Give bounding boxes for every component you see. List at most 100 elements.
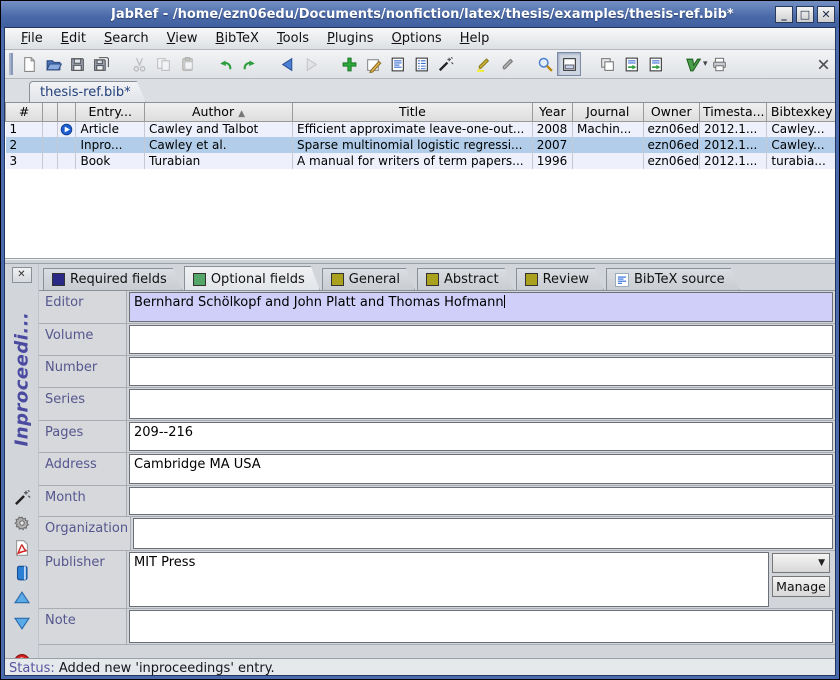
paste-icon	[175, 52, 199, 76]
field-row-pages: Pages209--216	[39, 421, 835, 453]
copy-icon	[151, 52, 175, 76]
field-label-editor: Editor	[39, 291, 127, 323]
entry-editor-sidebar: ✕ Inproceedi... ?	[5, 264, 39, 658]
push-to-app-icon[interactable]	[619, 52, 643, 76]
tab-optional-fields[interactable]: Optional fields	[184, 266, 320, 290]
open-database-icon[interactable]	[41, 52, 65, 76]
field-input-volume[interactable]	[129, 325, 833, 354]
search-icon[interactable]	[533, 52, 557, 76]
field-label-volume: Volume	[39, 324, 127, 355]
settings-gear-icon[interactable]	[13, 514, 31, 532]
column-header-title[interactable]: Title	[293, 103, 533, 121]
field-input-month[interactable]	[129, 487, 833, 515]
menu-view[interactable]: View	[159, 29, 206, 48]
forward-icon	[299, 52, 323, 76]
save-all-icon[interactable]	[89, 52, 113, 76]
close-entry-editor-button[interactable]: ✕	[12, 267, 32, 283]
print-icon[interactable]	[708, 52, 732, 76]
optional-fields-form: EditorBernhard Schölkopf and John Platt …	[39, 290, 835, 658]
back-icon[interactable]	[275, 52, 299, 76]
entry-table[interactable]: # Entry...Author ▲TitleYearJournalOwnerTi…	[5, 103, 835, 259]
push-to-vim-icon[interactable]	[681, 52, 705, 76]
field-input-publisher[interactable]: MIT Press	[129, 552, 769, 607]
toolbar-drag-handle[interactable]	[9, 53, 13, 75]
menu-help[interactable]: Help	[452, 29, 498, 48]
close-button[interactable]: ✕	[817, 6, 835, 23]
tab-thesis-ref[interactable]: thesis-ref.bib*	[29, 81, 146, 102]
menu-options[interactable]: Options	[384, 29, 450, 48]
help-icon[interactable]: ?	[13, 653, 31, 658]
previous-entry-icon[interactable]	[13, 589, 31, 607]
next-entry-icon[interactable]	[13, 614, 31, 632]
field-label-month: Month	[39, 486, 127, 516]
field-row-number: Number	[39, 356, 835, 388]
groups-icon[interactable]	[409, 52, 433, 76]
menu-edit[interactable]: Edit	[53, 29, 94, 48]
new-entry-icon[interactable]	[337, 52, 361, 76]
column-header-timesta[interactable]: Timesta...	[699, 103, 766, 121]
column-header-bibtexkey[interactable]: Bibtexkey	[767, 103, 835, 121]
publisher-combo-dropdown[interactable]: ▼	[772, 553, 830, 573]
field-input-address[interactable]: Cambridge MA USA	[129, 454, 833, 484]
save-database-icon[interactable]	[65, 52, 89, 76]
new-database-icon[interactable]	[17, 52, 41, 76]
preview-icon[interactable]	[385, 52, 409, 76]
column-header-icon[interactable]	[43, 103, 58, 121]
field-input-note[interactable]	[129, 610, 833, 643]
column-header-entry[interactable]: Entry...	[76, 103, 144, 121]
column-header-owner[interactable]: Owner	[643, 103, 699, 121]
undo-icon[interactable]	[213, 52, 237, 76]
unmark-entries-icon[interactable]	[495, 52, 519, 76]
entry-editor-tabs: Required fieldsOptional fieldsGeneralAbs…	[39, 264, 835, 290]
field-label-address: Address	[39, 453, 127, 485]
column-header-year[interactable]: Year	[532, 103, 572, 121]
column-header-icon[interactable]	[58, 103, 76, 121]
redo-icon[interactable]	[237, 52, 261, 76]
menu-bibtex[interactable]: BibTeX	[208, 29, 267, 48]
entry-editor-panel: ✕ Inproceedi... ? Required fieldsOptiona…	[5, 264, 835, 658]
open-file-icon[interactable]	[13, 564, 31, 582]
field-row-note: Note	[39, 609, 835, 645]
tab-bibtex-source[interactable]: BibTeX source	[606, 268, 740, 290]
field-row-organization: Organization	[39, 517, 835, 551]
field-input-editor[interactable]: Bernhard Schölkopf and John Platt and Th…	[129, 292, 833, 322]
mark-entries-icon[interactable]	[471, 52, 495, 76]
menu-search[interactable]: Search	[96, 29, 157, 48]
push-to-app2-icon[interactable]	[643, 52, 667, 76]
table-row[interactable]: 2Inpro...Cawley et al.Sparse multinomial…	[6, 137, 836, 153]
menu-file[interactable]: File	[13, 29, 51, 48]
tab-color-swatch	[331, 273, 344, 286]
tab-review[interactable]: Review	[516, 268, 604, 290]
tab-color-swatch	[426, 273, 439, 286]
title-bar[interactable]: JabRef - /home/ezn06edu/Documents/nonfic…	[1, 1, 839, 27]
tab-general[interactable]: General	[322, 268, 415, 290]
entry-editor-toggle-icon[interactable]	[557, 52, 581, 76]
entry-link-icon[interactable]	[58, 121, 76, 137]
sort-ascending-icon: ▲	[238, 109, 245, 119]
field-row-address: AddressCambridge MA USA	[39, 453, 835, 486]
menu-tools[interactable]: Tools	[269, 29, 317, 48]
cleanup-wand-icon[interactable]	[433, 52, 457, 76]
tab-abstract[interactable]: Abstract	[417, 268, 514, 290]
field-input-series[interactable]	[129, 389, 833, 419]
manage-button[interactable]: Manage	[772, 576, 830, 597]
open-pdf-icon[interactable]	[13, 539, 31, 557]
column-header-journal[interactable]: Journal	[573, 103, 644, 121]
close-toolbar-icon[interactable]	[811, 52, 835, 76]
edit-entry-icon[interactable]	[361, 52, 385, 76]
maximize-button[interactable]: □	[796, 6, 814, 23]
field-input-organization[interactable]	[133, 518, 833, 549]
menu-plugins[interactable]: Plugins	[319, 29, 382, 48]
minimize-button[interactable]: _	[775, 6, 793, 23]
autoset-wand-icon[interactable]	[13, 489, 31, 507]
table-row[interactable]: 3BookTurabianA manual for writers of ter…	[6, 153, 836, 169]
tab-required-fields[interactable]: Required fields	[43, 268, 182, 290]
field-input-number[interactable]	[129, 357, 833, 386]
column-header-#[interactable]: #	[6, 103, 43, 121]
table-row[interactable]: 1ArticleCawley and TalbotEfficient appro…	[6, 121, 836, 137]
copy-citekey-icon[interactable]	[595, 52, 619, 76]
field-input-pages[interactable]: 209--216	[129, 422, 833, 451]
window-title: JabRef - /home/ezn06edu/Documents/nonfic…	[111, 7, 734, 22]
column-header-author[interactable]: Author ▲	[144, 103, 292, 121]
field-row-series: Series	[39, 388, 835, 421]
